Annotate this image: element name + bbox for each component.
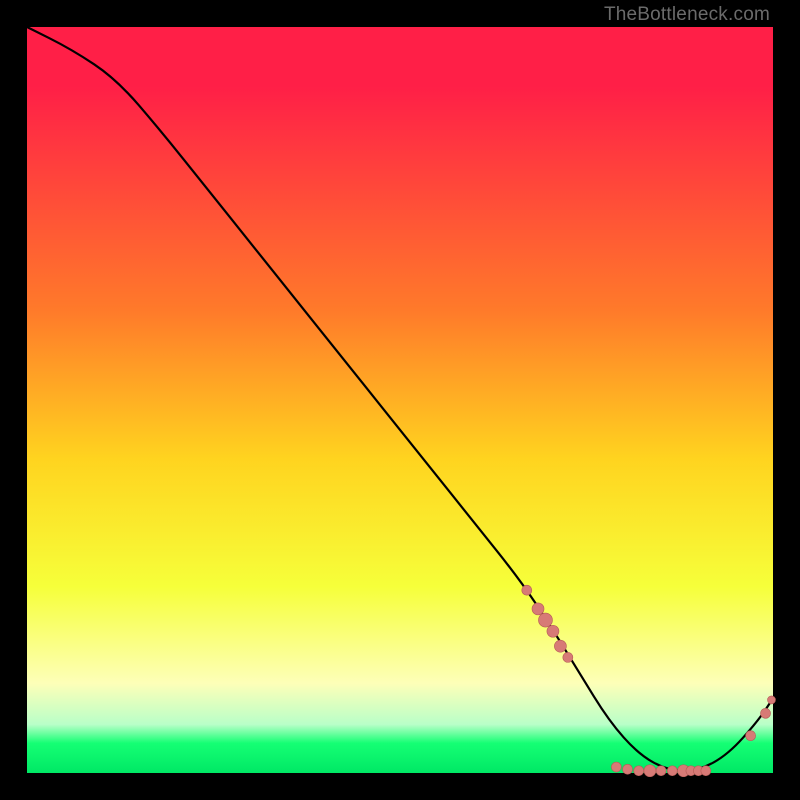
data-point [522,585,532,595]
plot-area [27,27,773,773]
data-point [547,625,559,637]
data-point [611,762,621,772]
data-point [538,613,552,627]
data-point [667,766,677,776]
data-point [563,652,573,662]
data-point [746,731,756,741]
bottleneck-curve [27,27,773,771]
attribution-text: TheBottleneck.com [604,4,770,26]
curve-layer [27,27,773,773]
data-point [634,766,644,776]
data-point [532,603,544,615]
data-point [623,764,633,774]
data-point [644,765,656,777]
chart-frame: TheBottleneck.com [0,0,800,800]
data-point [554,640,566,652]
data-point [701,766,711,776]
data-point [761,708,771,718]
data-point [768,696,776,704]
data-markers [522,585,776,777]
data-point [656,766,666,776]
